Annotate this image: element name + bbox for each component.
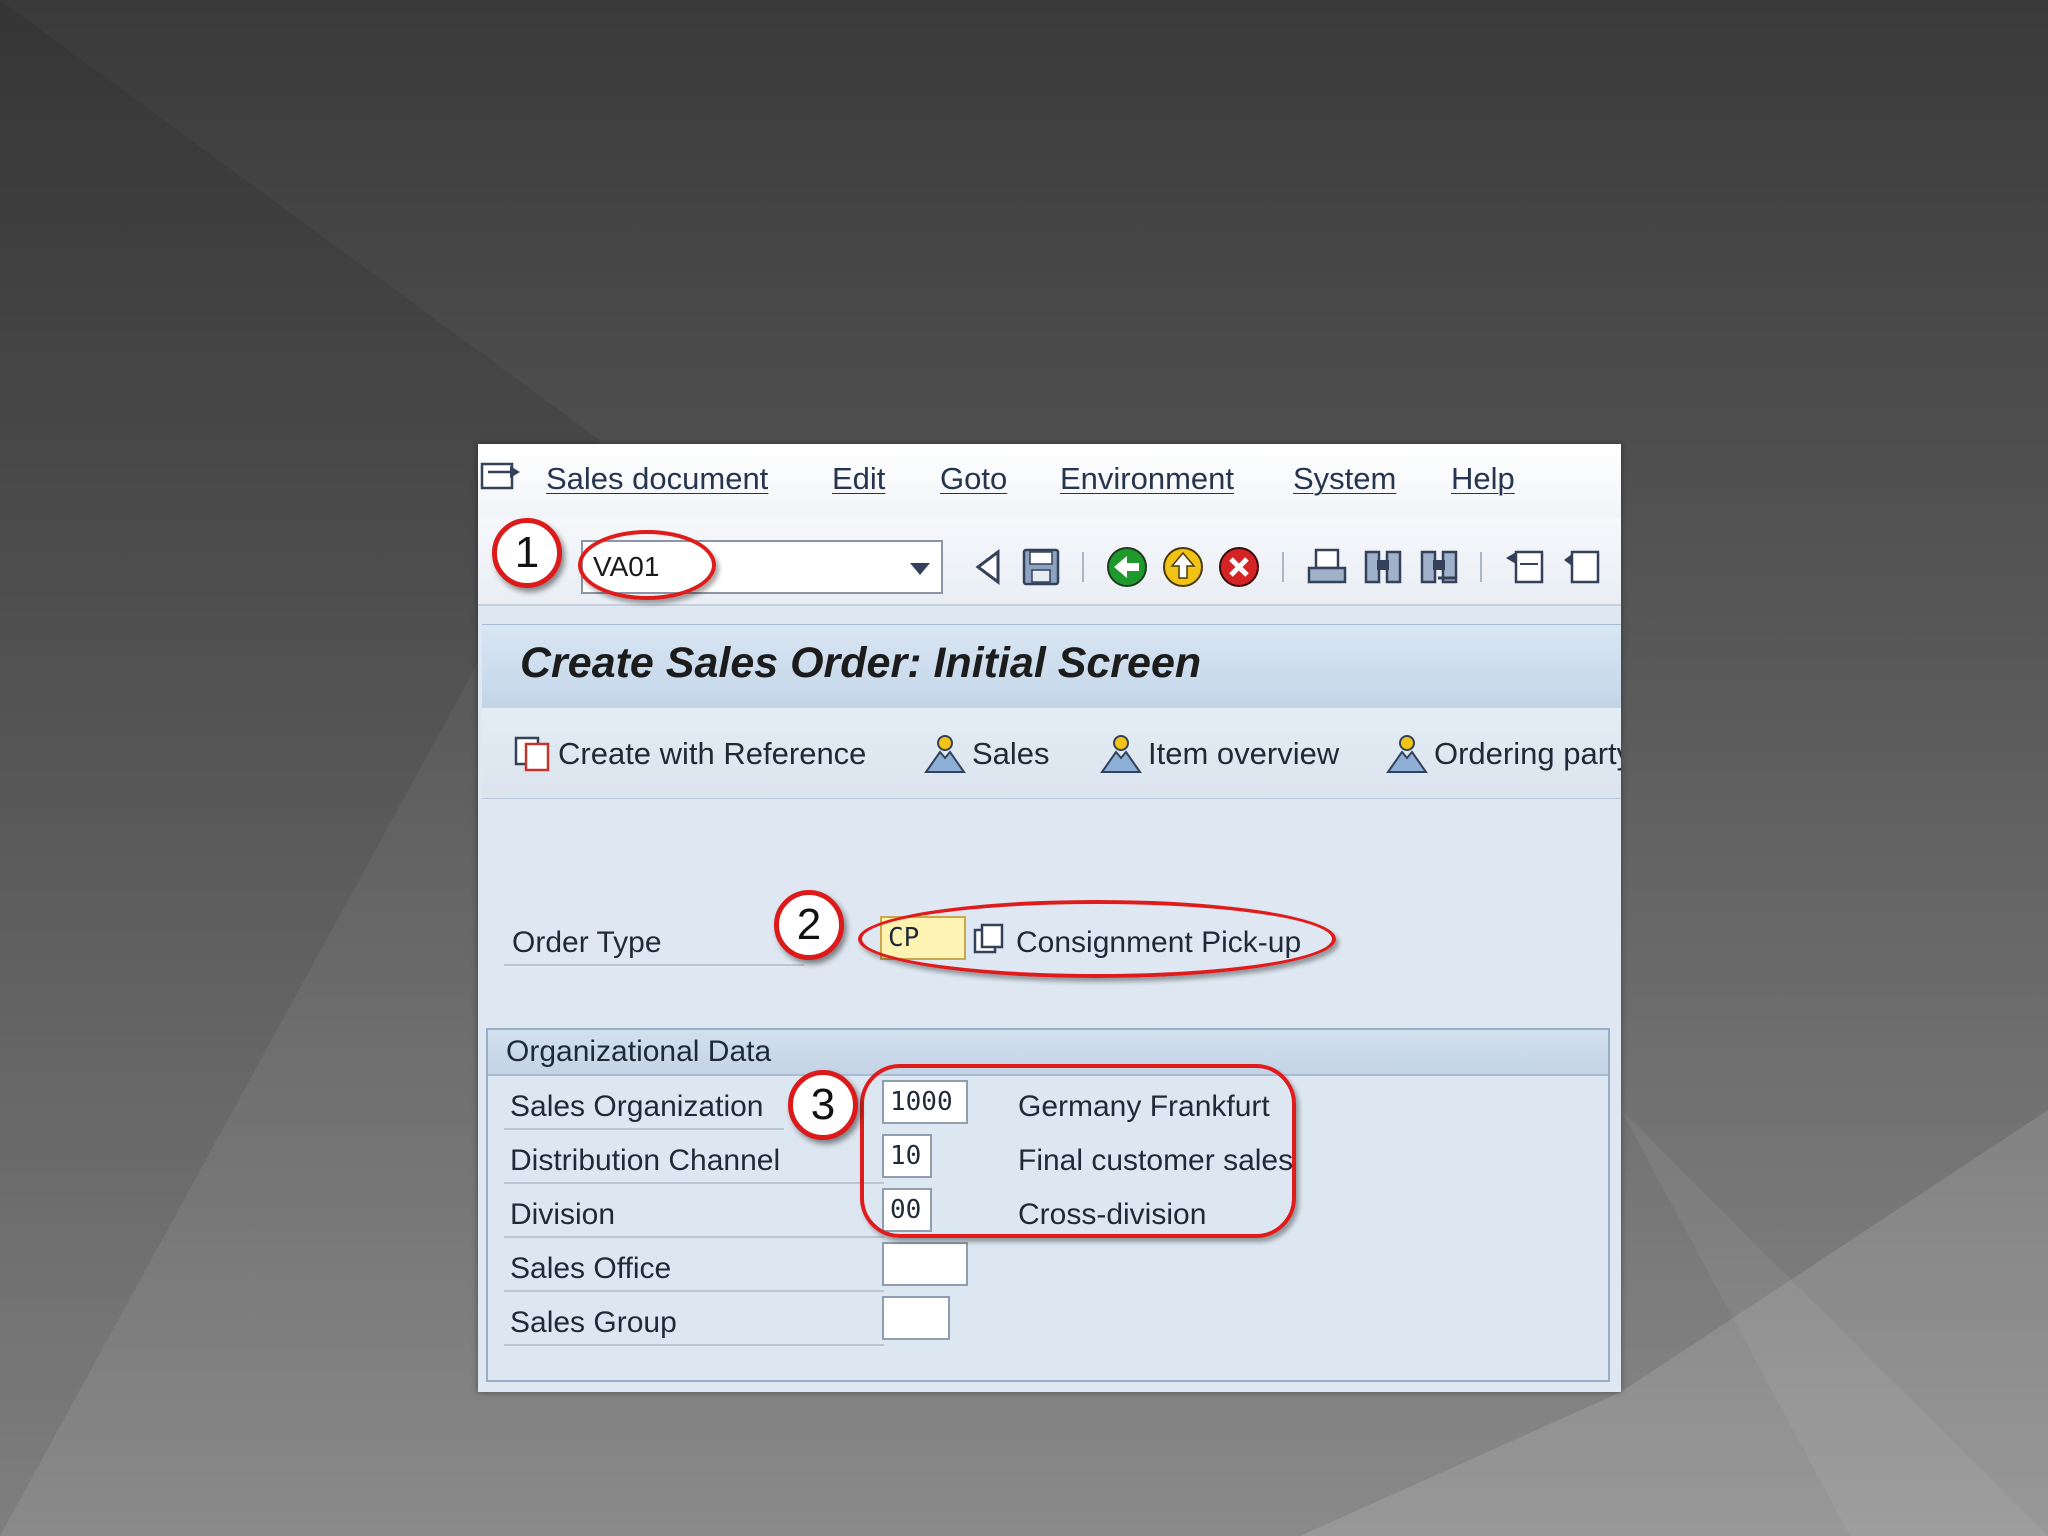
toolbar-separator [1480,552,1482,582]
order-type-label: Order Type [512,926,662,959]
application-toolbar: Create with Reference Sales Item overvie… [482,708,1621,799]
menu-environment[interactable]: Environment [1060,461,1234,497]
find-icon[interactable] [1360,544,1406,590]
label-underline [504,1182,884,1184]
user-mountain-icon [924,735,966,773]
sales-group-label: Sales Group [510,1306,677,1339]
item-overview-label: Item overview [1148,736,1340,771]
division-label: Division [510,1198,616,1231]
save-icon[interactable] [1018,544,1064,590]
sap-window: Sales document Edit Goto Environment Sys… [478,444,1621,1392]
label-underline [504,1344,884,1346]
create-with-reference-button[interactable]: Create with Reference [514,732,866,776]
item-overview-button[interactable]: Item overview [1100,732,1339,776]
menu-system[interactable]: System [1293,461,1396,497]
menu-bar: Sales document Edit Goto Environment Sys… [478,444,1621,518]
ordering-party-label: Ordering party [1434,736,1621,771]
menu-sales-document[interactable]: Sales document [546,461,768,497]
sales-button[interactable]: Sales [924,732,1050,776]
toolbar-separator [1082,552,1084,582]
callout-3: 3 [788,1070,858,1140]
sales-organization-label: Sales Organization [510,1090,764,1123]
page-title: Create Sales Order: Initial Screen [520,639,1202,687]
print-icon[interactable] [1304,544,1350,590]
toolbar-separator [1282,552,1284,582]
label-underline [504,1290,884,1292]
back-green-icon[interactable] [1104,544,1150,590]
label-underline [504,1236,884,1238]
chevron-down-icon[interactable] [909,562,931,576]
organizational-data-title: Organizational Data [506,1035,772,1068]
sales-office-input[interactable] [882,1242,968,1286]
callout-2: 2 [774,890,844,960]
user-mountain-icon [1100,735,1142,773]
exit-yellow-icon[interactable] [1160,544,1206,590]
sales-group-input[interactable] [882,1296,950,1340]
title-bar: Create Sales Order: Initial Screen [482,624,1621,709]
callout-1: 1 [492,518,562,588]
label-underline [504,1128,784,1130]
user-mountain-icon [1386,735,1428,773]
create-with-reference-label: Create with Reference [558,736,867,771]
annotation-ring-1 [578,530,716,600]
label-underline [504,964,804,966]
copy-document-icon [514,736,550,772]
cancel-red-icon[interactable] [1216,544,1262,590]
annotation-ring-3 [860,1064,1296,1238]
sales-office-label: Sales Office [510,1252,672,1285]
annotation-ring-2 [858,900,1336,978]
ordering-party-button[interactable]: Ordering party [1386,732,1621,776]
menu-help[interactable]: Help [1451,461,1515,497]
menu-edit[interactable]: Edit [832,461,885,497]
sales-label: Sales [972,736,1050,771]
menu-icon[interactable] [480,460,522,496]
prev-page-icon[interactable] [1558,544,1604,590]
back-arrow-icon[interactable] [966,544,1012,590]
find-next-icon[interactable] [1416,544,1462,590]
first-page-icon[interactable] [1502,544,1548,590]
menu-goto[interactable]: Goto [940,461,1007,497]
distribution-channel-label: Distribution Channel [510,1144,781,1177]
